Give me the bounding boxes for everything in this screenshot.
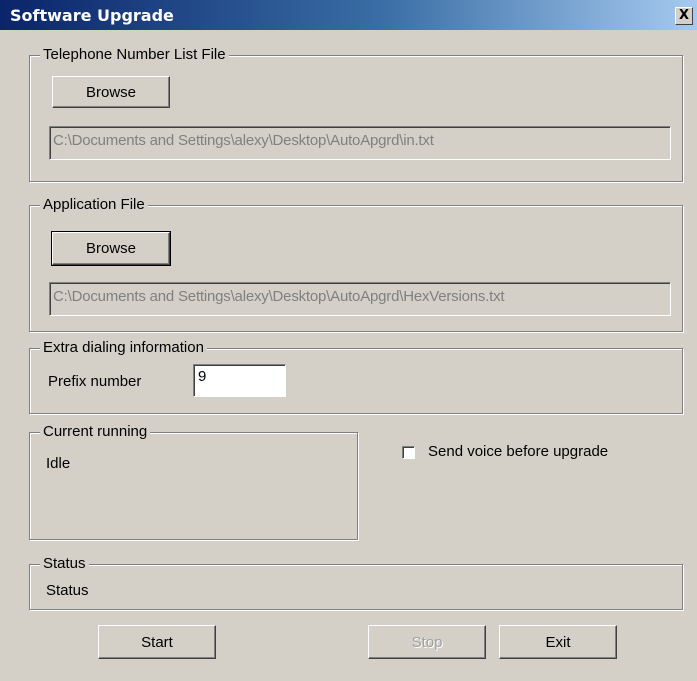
exit-button[interactable]: Exit	[499, 625, 617, 659]
send-voice-checkbox[interactable]	[402, 446, 415, 459]
application-file-path: C:\Documents and Settings\alexy\Desktop\…	[53, 288, 505, 305]
status-legend: Status	[40, 555, 89, 572]
exit-label: Exit	[545, 633, 571, 651]
title-bar: Software Upgrade X	[0, 0, 697, 30]
phone-list-group: Telephone Number List File	[29, 46, 683, 182]
status-value: Status	[46, 582, 89, 599]
current-running-value: Idle	[46, 455, 71, 472]
browse-label: Browse	[85, 240, 137, 257]
extra-dialing-legend: Extra dialing information	[40, 339, 207, 356]
start-label: Start	[141, 633, 173, 651]
phone-list-path-field[interactable]: C:\Documents and Settings\alexy\Desktop\…	[49, 126, 671, 160]
phone-list-path: C:\Documents and Settings\alexy\Desktop\…	[53, 132, 434, 149]
close-icon: X	[678, 8, 690, 23]
application-file-path-field[interactable]: C:\Documents and Settings\alexy\Desktop\…	[49, 282, 671, 316]
stop-button[interactable]: Stop	[368, 625, 486, 659]
prefix-number-value: 9	[198, 368, 207, 385]
phone-list-browse-button[interactable]: Browse	[52, 76, 170, 108]
close-button[interactable]: X	[675, 7, 693, 25]
window-title: Software Upgrade	[10, 6, 174, 25]
send-voice-label[interactable]: Send voice before upgrade	[428, 443, 608, 460]
prefix-number-label: Prefix number	[48, 373, 142, 390]
application-file-legend: Application File	[40, 196, 148, 213]
application-file-browse-button[interactable]: Browse	[51, 231, 171, 266]
prefix-number-input[interactable]: 9	[193, 364, 286, 397]
phone-list-legend: Telephone Number List File	[40, 46, 229, 63]
start-button[interactable]: Start	[98, 625, 216, 659]
status-group: Status	[29, 555, 683, 610]
current-running-group: Current running	[29, 423, 358, 540]
stop-label: Stop	[411, 633, 443, 651]
browse-label: Browse	[85, 83, 137, 101]
current-running-legend: Current running	[40, 423, 151, 440]
